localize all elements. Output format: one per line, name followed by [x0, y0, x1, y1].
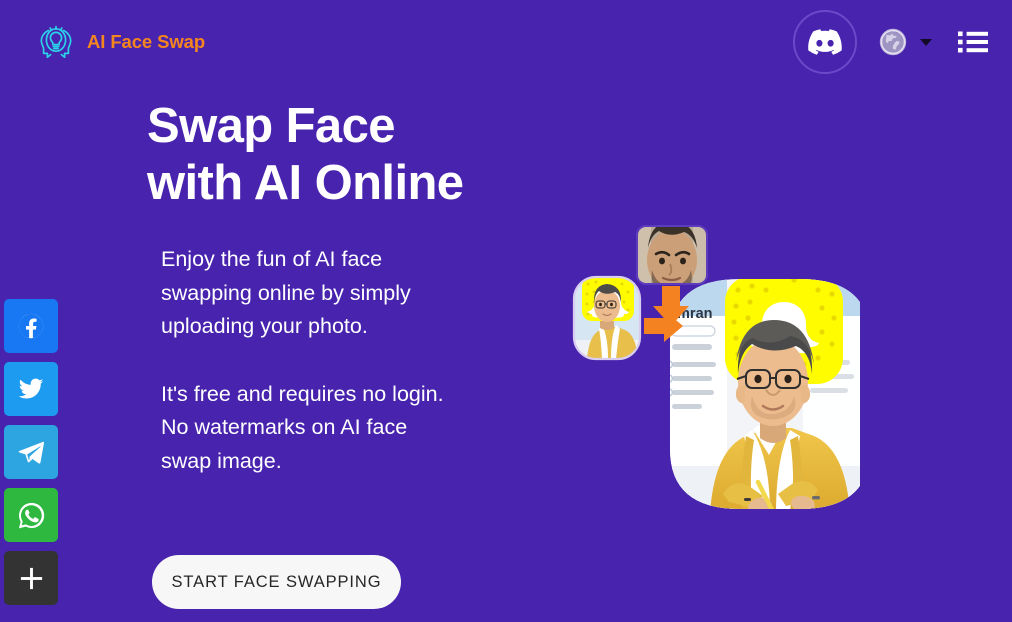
hero-copy: Swap Face with AI Online Enjoy the fun o… [147, 98, 547, 478]
share-telegram[interactable] [4, 425, 58, 479]
chevron-down-icon [920, 38, 932, 46]
globe-icon [879, 28, 907, 56]
site-header: AI Face Swap [0, 0, 1012, 84]
facebook-icon [16, 311, 46, 341]
twitter-bird-icon [16, 374, 46, 404]
discord-icon [808, 29, 842, 55]
plus-icon [18, 565, 45, 592]
social-share-rail [4, 299, 58, 605]
start-face-swapping-button[interactable]: START FACE SWAPPING [152, 555, 401, 609]
page-title: Swap Face with AI Online [147, 99, 464, 210]
brand-logo[interactable]: AI Face Swap [34, 20, 205, 64]
header-actions [793, 10, 994, 74]
share-twitter[interactable] [4, 362, 58, 416]
menu-button[interactable] [958, 30, 994, 54]
hero-paragraph-2: It's free and requires no login. No wate… [161, 381, 444, 473]
hero-paragraph-1: Enjoy the fun of AI face swapping online… [161, 247, 411, 338]
hero-section: Swap Face with AI Online Enjoy the fun o… [0, 84, 1012, 622]
telegram-icon [16, 437, 46, 467]
hero-artwork: Imran [560, 214, 860, 514]
discord-button[interactable] [793, 10, 857, 74]
brand-name: AI Face Swap [87, 31, 206, 52]
share-facebook[interactable] [4, 299, 58, 353]
target-photo-thumbnail [574, 277, 640, 359]
head-lightbulb-icon [34, 20, 78, 64]
language-selector[interactable] [879, 28, 932, 56]
result-image: Imran [670, 279, 860, 509]
share-whatsapp[interactable] [4, 488, 58, 542]
whatsapp-icon [16, 500, 47, 531]
share-more[interactable] [4, 551, 58, 605]
